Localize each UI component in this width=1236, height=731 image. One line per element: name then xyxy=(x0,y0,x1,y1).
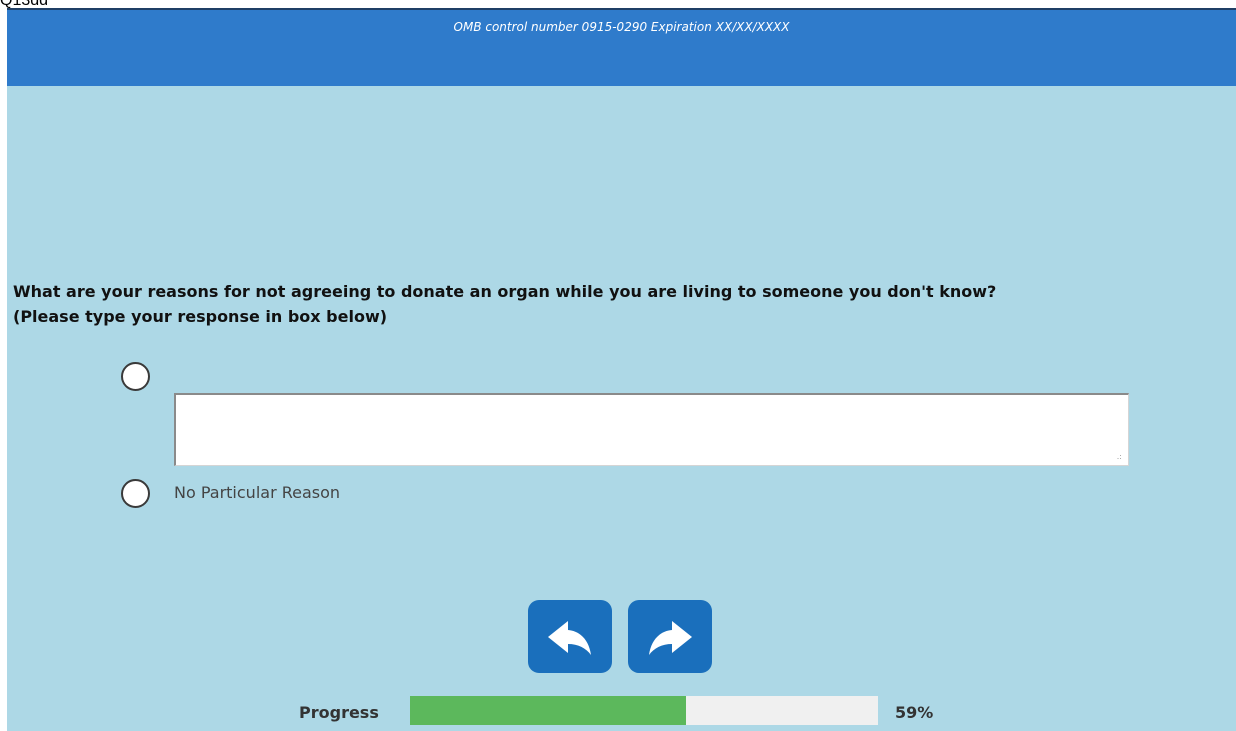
progress-label: Progress xyxy=(299,703,379,722)
text-entry-radio[interactable] xyxy=(121,362,150,391)
omb-notice: OMB control number 0915-0290 Expiration … xyxy=(453,20,790,34)
back-button[interactable] xyxy=(528,600,612,673)
survey-header: OMB control number 0915-0290 Expiration … xyxy=(7,10,1236,86)
progress-percent: 59% xyxy=(895,703,934,722)
survey-body: What are your reasons for not agreeing t… xyxy=(7,86,1236,731)
progress-fill xyxy=(410,696,687,725)
next-button[interactable] xyxy=(628,600,712,673)
no-reason-radio[interactable] xyxy=(121,479,150,508)
forward-arrow-icon xyxy=(649,620,692,655)
progress-bar xyxy=(410,696,878,725)
back-arrow-icon xyxy=(548,620,591,655)
resize-handle-icon[interactable]: .: xyxy=(1117,453,1122,461)
response-textbox[interactable]: .: xyxy=(174,393,1129,466)
question-line-1: What are your reasons for not agreeing t… xyxy=(13,282,997,301)
question-text: What are your reasons for not agreeing t… xyxy=(13,279,1236,329)
question-line-2: (Please type your response in box below) xyxy=(13,307,388,326)
no-reason-label[interactable]: No Particular Reason xyxy=(174,483,340,502)
